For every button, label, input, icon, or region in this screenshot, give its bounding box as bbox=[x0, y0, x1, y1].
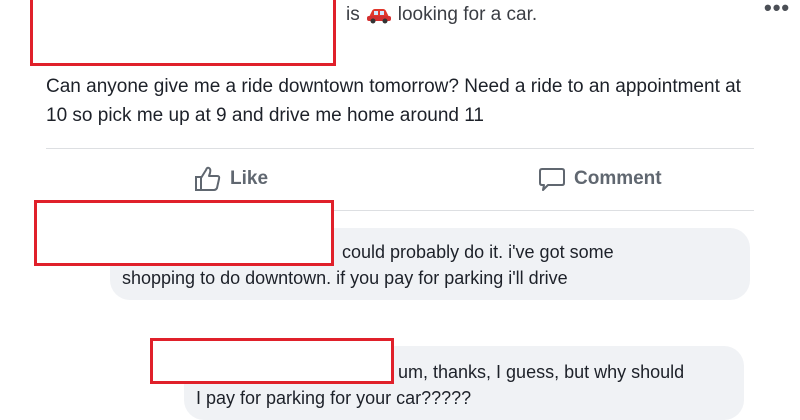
status-verb: is bbox=[346, 4, 360, 25]
like-label: Like bbox=[230, 168, 269, 189]
post-status: is looking for a car. bbox=[346, 4, 537, 26]
more-options-button[interactable]: ••• bbox=[764, 0, 790, 19]
redacted-author-name bbox=[30, 0, 336, 66]
comment-label: Comment bbox=[574, 168, 662, 189]
comment-text-line: um, thanks, I guess, but why should bbox=[398, 362, 685, 382]
comment-text-line: could probably do it. i've got some bbox=[342, 242, 614, 262]
redacted-commenter-name bbox=[34, 200, 334, 266]
divider bbox=[46, 148, 754, 149]
like-button[interactable]: Like bbox=[194, 166, 268, 192]
comment-text-line: I pay for parking for your car????? bbox=[196, 388, 472, 408]
car-icon bbox=[366, 9, 391, 24]
redacted-commenter-name bbox=[150, 338, 394, 384]
post-body-text: Can anyone give me a ride downtown tomor… bbox=[46, 76, 741, 126]
comment-text-line: shopping to do downtown. if you pay for … bbox=[122, 268, 568, 288]
thumbs-up-icon bbox=[195, 166, 221, 191]
comment-icon bbox=[539, 168, 565, 191]
status-activity: looking for a car. bbox=[397, 4, 538, 25]
comment-button[interactable]: Comment bbox=[538, 166, 662, 192]
